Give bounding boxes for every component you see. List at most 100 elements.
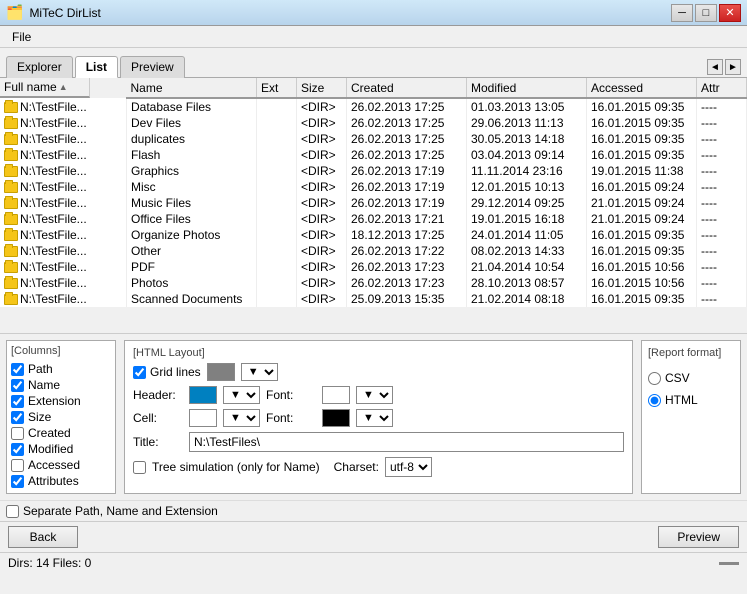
table-cell-6: 16.01.2015 09:35 xyxy=(587,131,697,147)
window-controls: ─ □ ✕ xyxy=(671,4,741,22)
table-cell-4: 26.02.2013 17:25 xyxy=(347,115,467,131)
charset-select[interactable]: utf-8 xyxy=(385,457,432,477)
gridlines-color-select[interactable]: ▼ xyxy=(241,363,278,381)
cell-font-select[interactable]: ▼ xyxy=(356,409,393,427)
column-checkbox-2[interactable] xyxy=(11,395,24,408)
table-row[interactable]: N:\TestFile...Other<DIR>26.02.2013 17:22… xyxy=(0,243,747,259)
table-cell-3: <DIR> xyxy=(297,227,347,243)
close-button[interactable]: ✕ xyxy=(719,4,741,22)
table-row[interactable]: N:\TestFile...Office Files<DIR>26.02.201… xyxy=(0,211,747,227)
table-cell-0: N:\TestFile... xyxy=(0,115,127,131)
col-header-modified[interactable]: Modified xyxy=(467,78,587,98)
table-cell-5: 28.10.2013 08:57 xyxy=(467,275,587,291)
columns-box-title: [Columns] xyxy=(11,345,111,357)
columns-list: PathNameExtensionSizeCreatedModifiedAcce… xyxy=(11,361,111,489)
folder-icon xyxy=(4,214,18,225)
table-row[interactable]: N:\TestFile...Misc<DIR>26.02.2013 17:191… xyxy=(0,179,747,195)
folder-icon xyxy=(4,150,18,161)
table-cell-7: ---- xyxy=(697,195,747,211)
table-cell-3: <DIR> xyxy=(297,147,347,163)
column-checkbox-4[interactable] xyxy=(11,427,24,440)
column-item-7: Attributes xyxy=(11,473,111,489)
table-cell-7: ---- xyxy=(697,163,747,179)
table-row[interactable]: N:\TestFile...Organize Photos<DIR>18.12.… xyxy=(0,227,747,243)
table-cell-6: 16.01.2015 09:35 xyxy=(587,227,697,243)
minimize-button[interactable]: ─ xyxy=(671,4,693,22)
back-button[interactable]: Back xyxy=(8,526,78,548)
file-table-scroll[interactable]: Full name ▲ Name Ext Size Created Modifi… xyxy=(0,78,747,333)
table-cell-0: N:\TestFile... xyxy=(0,98,127,115)
header-color-swatch[interactable] xyxy=(189,386,217,404)
separate-path-checkbox[interactable] xyxy=(6,505,19,518)
html-layout-box: [HTML Layout] Grid lines ▼ Header: ▼ Fon… xyxy=(124,340,633,494)
action-row: Back Preview xyxy=(0,521,747,552)
folder-icon xyxy=(4,118,18,129)
column-checkbox-5[interactable] xyxy=(11,443,24,456)
column-checkbox-1[interactable] xyxy=(11,379,24,392)
table-row[interactable]: N:\TestFile...Scanned Documents<DIR>25.0… xyxy=(0,291,747,307)
column-checkbox-7[interactable] xyxy=(11,475,24,488)
maximize-button[interactable]: □ xyxy=(695,4,717,22)
title-input[interactable] xyxy=(189,432,624,452)
col-header-size[interactable]: Size xyxy=(297,78,347,98)
tab-preview[interactable]: Preview xyxy=(120,56,185,78)
radio-csv: CSV xyxy=(648,371,734,385)
cell-color-swatch[interactable] xyxy=(189,409,217,427)
col-header-ext[interactable]: Ext xyxy=(257,78,297,98)
radio-csv-input[interactable] xyxy=(648,372,661,385)
table-cell-7: ---- xyxy=(697,275,747,291)
table-row[interactable]: N:\TestFile...Music Files<DIR>26.02.2013… xyxy=(0,195,747,211)
cell-color-select[interactable]: ▼ xyxy=(223,409,260,427)
gridlines-color-swatch[interactable] xyxy=(207,363,235,381)
col-header-created[interactable]: Created xyxy=(347,78,467,98)
cell-font-swatch[interactable] xyxy=(322,409,350,427)
radio-html-input[interactable] xyxy=(648,394,661,407)
menu-file[interactable]: File xyxy=(4,28,39,46)
table-cell-5: 29.06.2013 11:13 xyxy=(467,115,587,131)
table-cell-0: N:\TestFile... xyxy=(0,131,127,147)
tab-explorer[interactable]: Explorer xyxy=(6,56,73,78)
table-cell-0: N:\TestFile... xyxy=(0,243,127,259)
separate-path-label: Separate Path, Name and Extension xyxy=(23,504,218,518)
col-header-fullname[interactable]: Full name ▲ xyxy=(0,78,90,98)
table-row[interactable]: N:\TestFile...PDF<DIR>26.02.2013 17:2321… xyxy=(0,259,747,275)
column-checkbox-6[interactable] xyxy=(11,459,24,472)
preview-button[interactable]: Preview xyxy=(658,526,739,548)
table-cell-2 xyxy=(257,291,297,307)
table-cell-6: 21.01.2015 09:24 xyxy=(587,195,697,211)
status-right: ▬▬ xyxy=(719,557,739,568)
column-label-6: Accessed xyxy=(28,458,80,472)
col-header-attr[interactable]: Attr xyxy=(697,78,747,98)
folder-icon xyxy=(4,102,18,113)
tab-prev-arrow[interactable]: ◄ xyxy=(707,59,723,75)
table-cell-2 xyxy=(257,211,297,227)
header-font-select[interactable]: ▼ xyxy=(356,386,393,404)
gridlines-checkbox[interactable] xyxy=(133,366,146,379)
header-font-swatch[interactable] xyxy=(322,386,350,404)
table-cell-3: <DIR> xyxy=(297,179,347,195)
col-header-name[interactable]: Name xyxy=(127,78,257,98)
table-row[interactable]: N:\TestFile...Flash<DIR>26.02.2013 17:25… xyxy=(0,147,747,163)
table-cell-5: 21.02.2014 08:18 xyxy=(467,291,587,307)
tab-next-arrow[interactable]: ► xyxy=(725,59,741,75)
table-row[interactable]: N:\TestFile...Graphics<DIR>26.02.2013 17… xyxy=(0,163,747,179)
table-cell-6: 16.01.2015 09:35 xyxy=(587,98,697,115)
table-cell-4: 26.02.2013 17:19 xyxy=(347,195,467,211)
folder-icon xyxy=(4,198,18,209)
column-checkbox-3[interactable] xyxy=(11,411,24,424)
gridlines-check-container: Grid lines xyxy=(133,365,201,379)
cell-font-label: Font: xyxy=(266,411,316,425)
table-cell-5: 11.11.2014 23:16 xyxy=(467,163,587,179)
file-table: Full name ▲ Name Ext Size Created Modifi… xyxy=(0,78,747,307)
column-checkbox-0[interactable] xyxy=(11,363,24,376)
table-cell-2 xyxy=(257,115,297,131)
header-color-select[interactable]: ▼ xyxy=(223,386,260,404)
tree-sim-checkbox[interactable] xyxy=(133,461,146,474)
tab-list[interactable]: List xyxy=(75,56,118,78)
table-row[interactable]: N:\TestFile...duplicates<DIR>26.02.2013 … xyxy=(0,131,747,147)
table-row[interactable]: N:\TestFile...Photos<DIR>26.02.2013 17:2… xyxy=(0,275,747,291)
col-header-accessed[interactable]: Accessed xyxy=(587,78,697,98)
column-item-3: Size xyxy=(11,409,111,425)
table-row[interactable]: N:\TestFile...Dev Files<DIR>26.02.2013 1… xyxy=(0,115,747,131)
table-row[interactable]: N:\TestFile...Database Files<DIR>26.02.2… xyxy=(0,98,747,115)
